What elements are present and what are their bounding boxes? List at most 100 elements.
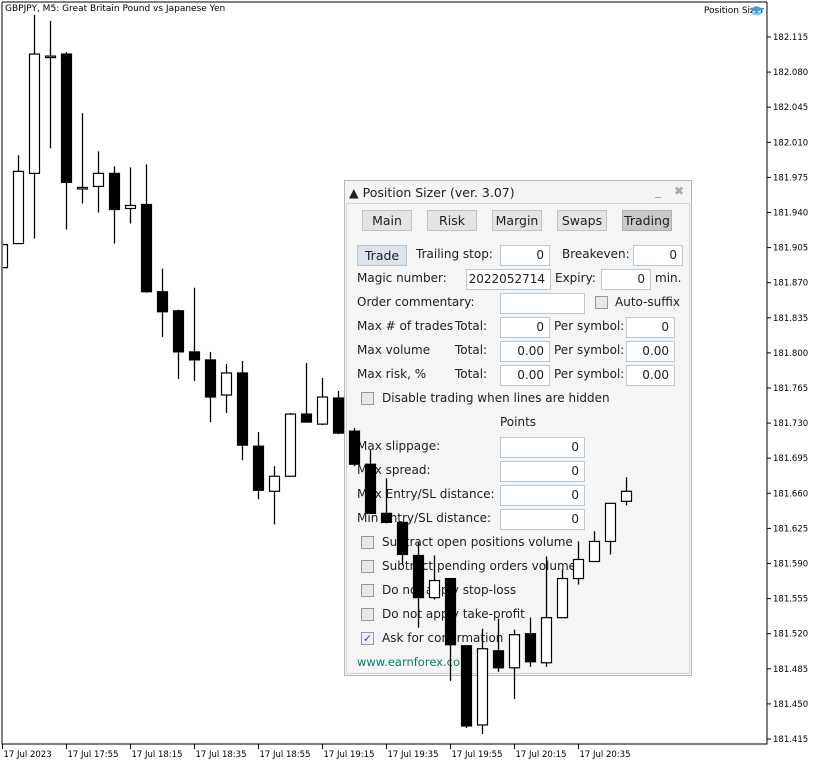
candle-bearish (252, 445, 265, 491)
y-tick-label: 181.730 (773, 419, 808, 429)
x-tick-label: 17 Jul 19:55 (452, 750, 503, 760)
max-entry-sl-input[interactable]: 0 (500, 485, 585, 506)
subtract-pending-label: Subtract pending orders volume (382, 559, 577, 573)
minimize-icon[interactable]: _ (655, 184, 661, 198)
max-volume-per-symbol-input[interactable]: 0.00 (626, 341, 675, 362)
candle-bearish (140, 203, 153, 293)
candle-bearish (156, 291, 169, 313)
position-sizer-panel: ▲ Position Sizer (ver. 3.07) _ ✖ Main Ri… (344, 180, 692, 676)
max-trades-label: Max # of trades (357, 319, 454, 333)
collapse-triangle-icon[interactable]: ▲ (349, 185, 359, 200)
max-volume-total-input[interactable]: 0.00 (500, 341, 550, 362)
subtract-pending-checkbox[interactable] (361, 560, 374, 573)
max-risk-total-input[interactable]: 0.00 (500, 365, 550, 386)
graduation-cap-icon (749, 6, 764, 16)
tab-trading[interactable]: Trading (622, 210, 672, 231)
expiry-input[interactable]: 0 (601, 269, 651, 290)
candle-bullish (316, 396, 329, 425)
x-tick-label: 17 Jul 20:35 (580, 750, 631, 760)
no-take-profit-label: Do not apply take-profit (382, 607, 525, 621)
y-tick-label: 181.765 (773, 384, 808, 394)
disable-hidden-checkbox[interactable] (361, 392, 374, 405)
tab-margin[interactable]: Margin (492, 210, 542, 231)
per-symbol-label: Per symbol: (554, 367, 625, 381)
points-header: Points (500, 415, 537, 429)
candle-bullish (3, 243, 9, 269)
y-tick-label: 181.555 (773, 595, 808, 605)
y-tick-label: 182.010 (773, 138, 808, 148)
y-tick-label: 181.905 (773, 244, 808, 254)
y-tick-label: 181.940 (773, 209, 808, 219)
y-tick-label: 181.800 (773, 349, 808, 359)
chart-symbol-title: GBPJPY, M5: Great Britain Pound vs Japan… (5, 4, 226, 14)
max-spread-input[interactable]: 0 (500, 461, 585, 482)
per-symbol-label: Per symbol: (554, 319, 625, 333)
candle-bearish (60, 53, 73, 184)
no-take-profit-checkbox[interactable] (361, 608, 374, 621)
candle-bearish (204, 359, 217, 398)
no-stop-loss-checkbox[interactable] (361, 584, 374, 597)
y-tick-label: 181.485 (773, 665, 808, 675)
candle-bullish (76, 186, 89, 190)
y-tick-label: 181.975 (773, 173, 808, 183)
subtract-open-label: Subtract open positions volume (382, 535, 573, 549)
auto-suffix-checkbox[interactable] (595, 296, 608, 309)
trade-button[interactable]: Trade (357, 245, 407, 266)
y-tick-label: 181.625 (773, 524, 808, 534)
ask-confirmation-label: Ask for confirmation (382, 631, 504, 645)
magic-number-input[interactable]: 2022052714 (466, 269, 551, 290)
y-tick-label: 181.520 (773, 630, 808, 640)
x-tick-label: 17 Jul 19:15 (324, 750, 375, 760)
candle-bullish (44, 55, 57, 59)
tab-swaps[interactable]: Swaps (557, 210, 607, 231)
x-tick-label: 17 Jul 18:35 (196, 750, 247, 760)
max-risk-per-symbol-input[interactable]: 0.00 (626, 365, 675, 386)
x-tick-label: 17 Jul 17:55 (68, 750, 119, 760)
total-label: Total: (455, 319, 488, 333)
magic-number-label: Magic number: (357, 271, 447, 285)
candle-bullish (268, 475, 281, 492)
max-entry-sl-label: Max Entry/SL distance: (357, 487, 495, 501)
max-slippage-input[interactable]: 0 (500, 437, 585, 458)
max-spread-label: Max spread: (357, 463, 431, 477)
candle-bullish (124, 204, 137, 210)
x-tick-label: 17 Jul 18:15 (132, 750, 183, 760)
y-tick-label: 182.115 (773, 33, 808, 43)
per-symbol-label: Per symbol: (554, 343, 625, 357)
total-label: Total: (455, 343, 488, 357)
max-trades-per-symbol-input[interactable]: 0 (626, 317, 675, 338)
y-tick-label: 181.835 (773, 314, 808, 324)
trailing-stop-input[interactable]: 0 (500, 245, 550, 266)
ask-confirmation-checkbox[interactable]: ✓ (361, 632, 374, 645)
candle-bearish (188, 351, 201, 361)
close-icon[interactable]: ✖ (674, 184, 684, 198)
candle-bearish (300, 413, 313, 423)
x-tick-label: 17 Jul 19:35 (388, 750, 439, 760)
candle-bullish (12, 170, 25, 245)
tab-risk[interactable]: Risk (427, 210, 477, 231)
subtract-open-checkbox[interactable] (361, 536, 374, 549)
y-tick-label: 182.080 (773, 68, 808, 78)
tab-main[interactable]: Main (362, 210, 412, 231)
order-commentary-label: Order commentary: (357, 295, 475, 309)
earnforex-link[interactable]: www.earnforex.com (357, 655, 471, 669)
panel-title: Position Sizer (ver. 3.07) (362, 185, 515, 200)
max-trades-total-input[interactable]: 0 (500, 317, 550, 338)
y-tick-label: 181.870 (773, 279, 808, 289)
total-label: Total: (455, 367, 488, 381)
min-entry-sl-label: Min Entry/SL distance: (357, 511, 492, 525)
candle-bearish (172, 310, 185, 353)
candle-bullish (92, 172, 105, 188)
y-tick-label: 181.695 (773, 454, 808, 464)
min-entry-sl-input[interactable]: 0 (500, 509, 585, 530)
candle-bullish (284, 413, 297, 477)
candle-bearish (332, 397, 345, 434)
breakeven-label: Breakeven: (562, 247, 630, 261)
max-volume-label: Max volume (357, 343, 431, 357)
panel-title-bar[interactable]: ▲ Position Sizer (ver. 3.07) (349, 185, 515, 200)
order-commentary-input[interactable] (500, 293, 585, 314)
y-tick-label: 181.415 (773, 735, 808, 745)
breakeven-input[interactable]: 0 (633, 245, 683, 266)
max-risk-label: Max risk, % (357, 367, 427, 381)
trailing-stop-label: Trailing stop: (416, 247, 493, 261)
